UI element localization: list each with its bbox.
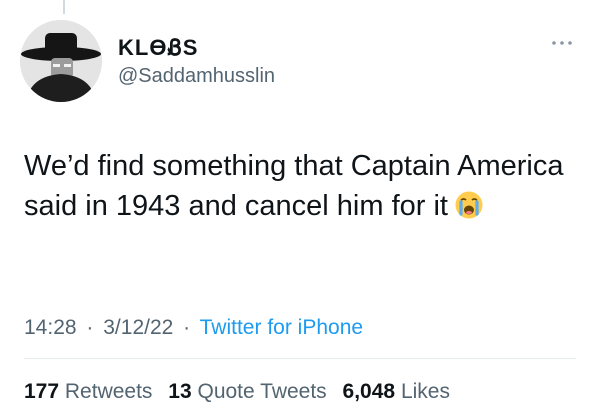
divider — [24, 358, 576, 359]
quote-tweets-label: Quote Tweets — [197, 380, 327, 403]
tweet-stats: 177 Retweets 13 Quote Tweets 6,048 Likes — [24, 380, 460, 404]
loudly-crying-face-icon — [454, 190, 484, 220]
tweet-time[interactable]: 14:28 — [24, 316, 77, 339]
separator-dot: · — [183, 316, 191, 339]
likes-count: 6,048 — [342, 380, 396, 403]
tweet-metadata: 14:28 · 3/12/22 · Twitter for iPhone — [24, 316, 363, 340]
retweets-stat[interactable]: 177 Retweets — [24, 380, 152, 403]
separator-dot: · — [86, 316, 94, 339]
more-dots-icon[interactable] — [550, 38, 574, 48]
quote-tweets-stat[interactable]: 13 Quote Tweets — [168, 380, 326, 403]
author-handle[interactable]: @Saddamhusslin — [118, 64, 275, 88]
tweet-date[interactable]: 3/12/22 — [103, 316, 173, 339]
tweet-source-link[interactable]: Twitter for iPhone — [200, 316, 363, 339]
author-display-name[interactable]: KLƟᏰS — [118, 36, 198, 60]
likes-label: Likes — [400, 380, 450, 403]
tweet-text: We’d find something that Captain America… — [24, 146, 584, 226]
retweets-label: Retweets — [64, 380, 153, 403]
quote-tweets-count: 13 — [168, 380, 192, 403]
avatar-silhouette-icon — [20, 20, 102, 102]
thread-connector-line — [63, 0, 65, 14]
avatar[interactable] — [20, 20, 102, 102]
likes-stat[interactable]: 6,048 Likes — [343, 380, 450, 403]
retweets-count: 177 — [24, 380, 60, 403]
